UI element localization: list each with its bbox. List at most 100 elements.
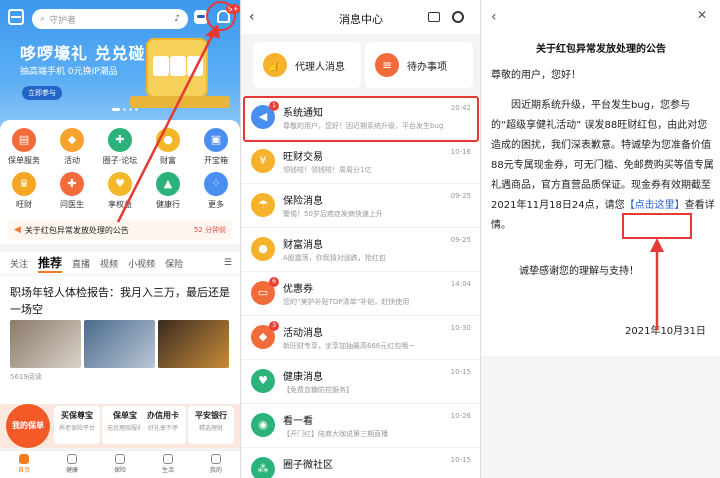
my-policy-button[interactable]: 我的保单 — [6, 404, 50, 448]
umbrella-icon: ☂ — [251, 193, 275, 217]
article-title: 职场年轻人体检报告：我月入三万，最后还是一场空 — [10, 286, 230, 316]
tabbar-insurance[interactable]: 保险 — [96, 451, 144, 478]
tab-follow[interactable]: 关注 — [10, 257, 28, 270]
bottom-tab-bar: 首页 健康 保险 生活 我的 — [0, 450, 240, 478]
tabbar-home[interactable]: 首页 — [0, 451, 48, 478]
click-here-link[interactable]: 【点击这里】 — [625, 200, 685, 211]
list-item[interactable]: ◉ 看一看 【开门红】陆商大咖说第三期直播 10-26 — [241, 404, 480, 448]
tab-short-video[interactable]: 小视频 — [128, 257, 155, 270]
health-icon — [67, 454, 77, 464]
feed-article[interactable]: 职场年轻人体检报告：我月入三万，最后还是一场空 5619阅读 — [0, 276, 240, 406]
link-highlight-box — [622, 213, 692, 239]
gift-icon: ◆ — [60, 128, 84, 152]
message-list: ◀ 1 系统通知 尊敬的用户，您好！因近期系统升级，平台发生bug 20:42 … — [241, 96, 480, 478]
announcement-time: 52 分钟前 — [193, 226, 226, 234]
page-title: 消息中心 — [339, 13, 383, 26]
list-item[interactable]: ▭ 6 优惠券 您的“美护补贴TOP清单”补贴，赶快使用 14:04 — [241, 272, 480, 316]
back-icon[interactable]: ‹ — [491, 9, 497, 25]
announcement-bar[interactable]: ◀ 关于红包异常发放处理的公告 52 分钟前 — [8, 220, 232, 240]
list-item[interactable]: ☂ 保险消息 警惕！50岁后癌症发病快速上升 09-25 — [241, 184, 480, 228]
eye-icon: ◉ — [251, 413, 275, 437]
wangcai-icon: ♛ — [12, 172, 36, 196]
tabbar-health[interactable]: 健康 — [48, 451, 96, 478]
search-placeholder: 守护者 — [49, 15, 77, 26]
grid-item-rights[interactable]: ♥ 享权益 — [96, 172, 144, 210]
list-item[interactable]: ¥ 旺财交易 领钱啦！领钱啦！周周分1亿 10-16 — [241, 140, 480, 184]
grid-item-doctor[interactable]: ✚ 问医生 — [48, 172, 96, 210]
grid-item-wangcai[interactable]: ♛ 旺财 — [0, 172, 48, 210]
article-read-count: 5619阅读 — [10, 373, 42, 381]
life-icon — [163, 454, 173, 464]
home-screen: ⌕ 守护者 ♪ 9+ 哆啰壕礼 兑兑碰 抽高端手机 0元换IP潮品 立即参与 ▤… — [0, 0, 240, 478]
list-item[interactable]: ⁂ 圈子微社区 10-15 — [241, 448, 480, 478]
grid-item-treasure[interactable]: ▣ 开宝箱 — [192, 128, 240, 166]
doctor-icon: ✚ — [60, 172, 84, 196]
agent-messages-button[interactable]: 👍 代理人消息 — [253, 42, 361, 88]
page-footer-area — [481, 356, 720, 478]
tab-recommend[interactable]: 推荐 — [38, 254, 63, 273]
tab-video[interactable]: 视频 — [100, 257, 118, 270]
message-center-screen: ‹ 消息中心 👍 代理人消息 ≡ 待办事项 ◀ 1 系统通知 尊敬的用户，您好！… — [240, 0, 480, 478]
grid-item-policy-service[interactable]: ▤ 保单服务 — [0, 128, 48, 166]
grid-item-forum[interactable]: ✚ 圈子·论坛 — [96, 128, 144, 166]
service-card[interactable]: 办信用卡 好礼享不停 — [140, 406, 186, 444]
slot-machine-base — [130, 96, 230, 108]
service-card[interactable]: 平安银行 精选理财 — [188, 406, 234, 444]
slot-machine-illustration — [146, 38, 208, 98]
coin-icon: ● — [156, 128, 180, 152]
tab-live[interactable]: 直播 — [72, 257, 90, 270]
announcement-thanks: 诚挚感谢您的理解与支持！ — [519, 266, 639, 277]
search-input[interactable]: ⌕ 守护者 ♪ — [32, 9, 188, 29]
system-notice-highlight-box — [243, 96, 479, 142]
forum-icon: ✚ — [108, 128, 132, 152]
smile-icon — [211, 454, 221, 464]
unread-badge: 6 — [269, 277, 279, 287]
scan-icon[interactable] — [8, 9, 24, 25]
clear-icon[interactable] — [428, 12, 440, 22]
tabbar-life[interactable]: 生活 — [144, 451, 192, 478]
piggy-icon: ● — [251, 237, 275, 261]
rights-icon: ♥ — [108, 172, 132, 196]
article-image — [10, 320, 81, 368]
todo-button[interactable]: ≡ 待办事项 — [365, 42, 473, 88]
grid-item-activity[interactable]: ◆ 活动 — [48, 128, 96, 166]
grid-item-wealth[interactable]: ● 财富 — [144, 128, 192, 166]
promo-join-button[interactable]: 立即参与 — [22, 86, 62, 100]
mic-icon[interactable]: ♪ — [174, 14, 180, 24]
treasure-icon: ▣ — [204, 128, 228, 152]
unread-badge: 3 — [269, 321, 279, 331]
grid-item-more[interactable]: ⁘ 更多 — [192, 172, 240, 210]
grid-item-health-walk[interactable]: ▲ 健康行 — [144, 172, 192, 210]
home-icon — [19, 454, 29, 464]
service-card[interactable]: 买保尊宝 养老保险平台 — [54, 406, 100, 444]
gear-icon[interactable] — [452, 11, 464, 23]
announcement-text: 关于红包异常发放处理的公告 — [24, 225, 129, 235]
tabbar-me[interactable]: 我的 — [192, 451, 240, 478]
megaphone-icon: ◀ — [14, 225, 21, 235]
promo-subtitle: 抽高端手机 0元换IP潮品 — [20, 67, 118, 77]
menu-icon[interactable]: ☰ — [224, 258, 232, 268]
feed-tabs: 关注 推荐 直播 视频 小视频 保险 ☰ — [0, 252, 240, 274]
banner-pager — [112, 108, 138, 111]
announcement-greeting: 尊敬的用户，您好！ — [491, 70, 581, 81]
article-images — [10, 320, 229, 368]
thumb-up-icon: 👍 — [263, 53, 287, 77]
search-icon: ⌕ — [40, 14, 46, 24]
heart-icon: ♥ — [251, 369, 275, 393]
todo-icon: ≡ — [375, 53, 399, 77]
bell-highlight-circle — [206, 1, 236, 31]
tab-insurance[interactable]: 保险 — [165, 257, 183, 270]
announcement-detail-screen: ‹ ✕ 关于红包异常发放处理的公告 尊敬的用户，您好！ 因近期系统升级，平台发生… — [480, 0, 720, 478]
promo-title: 哆啰壕礼 兑兑碰 — [20, 44, 146, 63]
wangcai-icon: ¥ — [251, 149, 275, 173]
community-icon: ⁂ — [251, 457, 275, 478]
close-icon[interactable]: ✕ — [697, 8, 707, 22]
list-item[interactable]: ● 财富消息 A股震荡，你我猜对涨跌，抢红包 09-25 — [241, 228, 480, 272]
list-item[interactable]: ♥ 健康消息 【免费血糖防控服务】 10-15 — [241, 360, 480, 404]
announcement-title: 关于红包异常发放处理的公告 — [536, 44, 666, 55]
article-image — [84, 320, 155, 368]
list-item[interactable]: ◆ 3 活动消息 新旺财专享，坐享加抽最高666元红包哦~ 10-30 — [241, 316, 480, 360]
shield-icon — [115, 454, 125, 464]
article-image — [158, 320, 229, 368]
message-center-header: ‹ 消息中心 — [241, 0, 480, 34]
